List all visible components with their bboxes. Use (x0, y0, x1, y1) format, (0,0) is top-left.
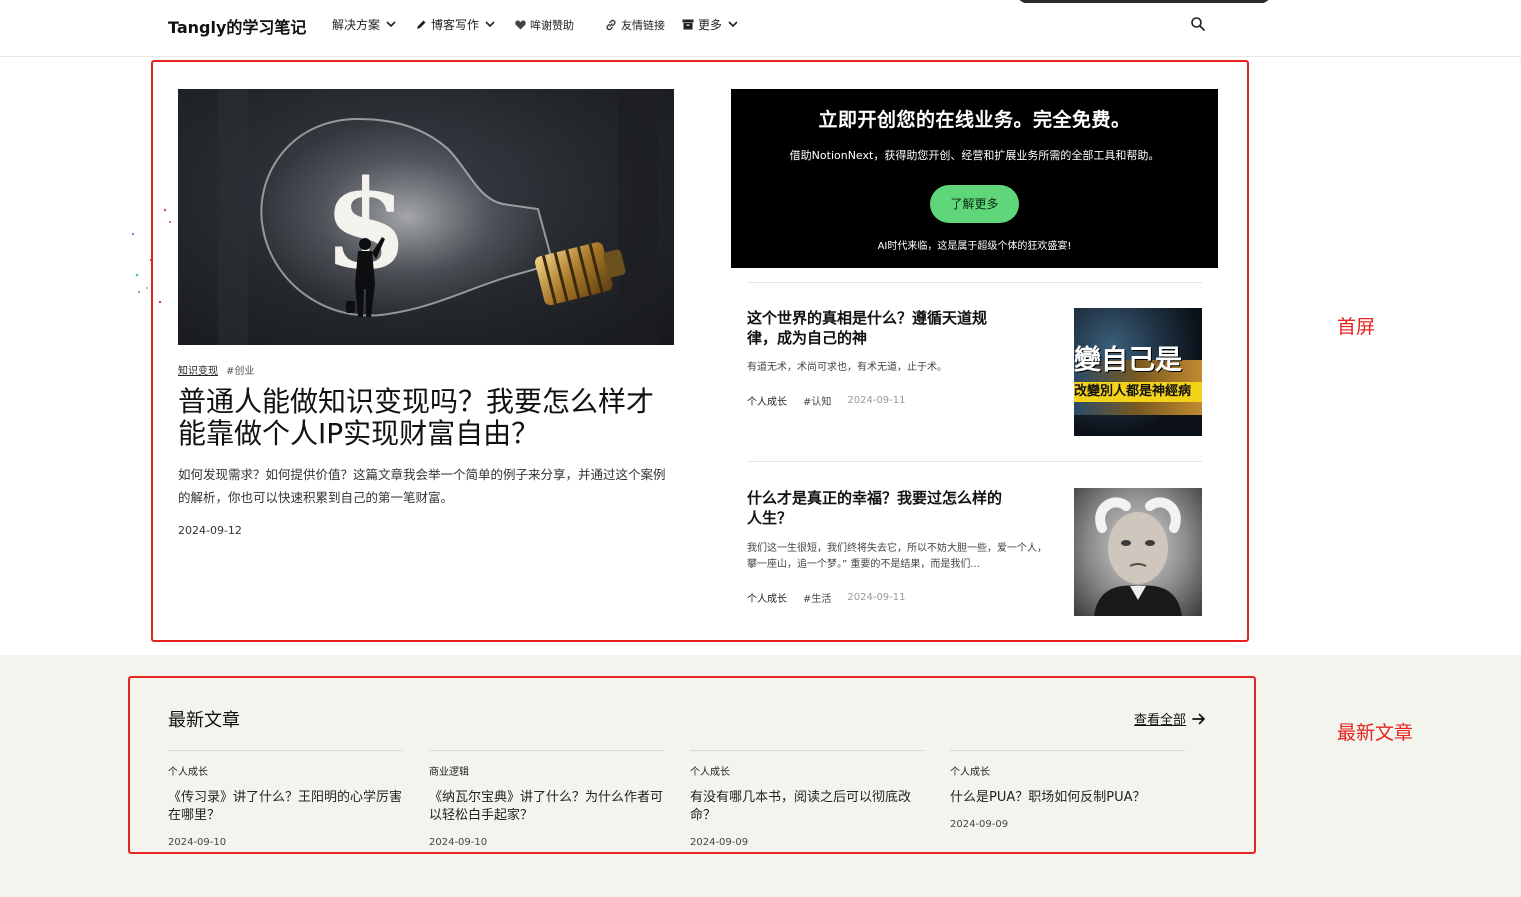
nav-item-more[interactable]: 更多 (681, 16, 740, 33)
thumb-text: 變自己是 (1074, 345, 1182, 376)
side-post-excerpt: 我们这一生很短，我们终将失去它，所以不妨大胆一些，爱一个人，攀一座山，追一个梦。… (747, 543, 1047, 570)
post-date: 2024-09-11 (847, 395, 906, 406)
post-category[interactable]: 商业逻辑 (429, 763, 469, 778)
side-post-excerpt: 有道无术，术尚可求也，有术无道，止于术。 (747, 362, 947, 373)
nav-item-friend-links[interactable]: 友情链接 (604, 17, 665, 33)
tag-link[interactable]: #创业 (226, 362, 254, 377)
site-header: Tangly的学习笔记 解决方案 博客写作 哞谢赞助 友情链接 更多 (0, 0, 1521, 57)
nav-item-blog-writing[interactable]: 博客写作 (414, 16, 497, 33)
promo-subtitle: 借助NotionNext，获得助您开创、经营和扩展业务所需的全部工具和帮助。 (789, 149, 1160, 162)
category-link[interactable]: 个人成长 (747, 590, 787, 605)
hero-title[interactable]: 普通人能做知识变现吗？我要怎么样才能靠做个人IP实现财富自由？ (178, 386, 678, 450)
side-post-thumbnail[interactable]: 變自己是 改變別人都是神經病 (1074, 308, 1202, 436)
site-logo[interactable]: Tangly的学习笔记 (168, 14, 306, 38)
post-title[interactable]: 有没有哪几本书，阅读之后可以彻底改命？ (690, 789, 925, 825)
post-date: 2024-09-10 (429, 837, 488, 848)
floating-toolbar-edge (1018, 0, 1270, 3)
chevron-down-icon (483, 18, 497, 32)
side-post-meta: 个人成长 #生活 2024-09-11 (747, 590, 906, 605)
side-post-title[interactable]: 这个世界的真相是什么？遵循天道规律，成为自己的神 (747, 308, 1015, 348)
section-title: 最新文章 (168, 710, 240, 731)
thumb-caption: 改變別人都是神經病 (1074, 382, 1202, 402)
first-screen-label: 首屏 (1337, 316, 1376, 338)
search-icon[interactable] (1190, 16, 1208, 34)
side-post-thumbnail[interactable] (1074, 488, 1202, 616)
link-icon (604, 18, 618, 32)
post-title[interactable]: 什么是PUA？职场如何反制PUA？ (950, 789, 1185, 807)
tag-link[interactable]: #生活 (803, 590, 831, 605)
view-all-label: 查看全部 (1134, 713, 1187, 728)
post-title[interactable]: 《传习录》讲了什么？王阳明的心学厉害在哪里？ (168, 789, 403, 825)
nav-item-solutions[interactable]: 解决方案 (332, 16, 398, 33)
latest-post-card[interactable]: 个人成长 什么是PUA？职场如何反制PUA？ 2024-09-09 (950, 750, 1185, 830)
learn-more-button[interactable]: 了解更多 (930, 185, 1019, 223)
post-category[interactable]: 个人成长 (168, 763, 208, 778)
hero-date: 2024-09-12 (178, 524, 242, 537)
promo-title: 立即开创您的在线业务。完全免费。 (818, 109, 1131, 131)
side-post-title[interactable]: 什么才是真正的幸福？我要过怎么样的人生？ (747, 488, 1015, 528)
side-post-meta: 个人成长 #认知 2024-09-11 (747, 393, 906, 408)
view-all-link[interactable]: 查看全部 (1134, 709, 1206, 728)
nav-item-label: 博客写作 (431, 18, 480, 32)
promo-footer: AI时代来临，这是属于超级个体的狂欢盛宴! (877, 241, 1072, 252)
latest-post-card[interactable]: 个人成长 有没有哪几本书，阅读之后可以彻底改命？ 2024-09-09 (690, 750, 925, 848)
pen-icon (414, 18, 428, 32)
lightbulb-dollar-illustration: $ (218, 89, 658, 345)
nav-item-sponsor[interactable]: 哞谢赞助 (513, 17, 574, 33)
chevron-down-icon (384, 18, 398, 32)
hero-tags: 知识变现 #创业 (178, 362, 254, 377)
post-title[interactable]: 《纳瓦尔宝典》讲了什么？为什么作者可以轻松白手起家？ (429, 789, 664, 825)
main-nav: 解决方案 博客写作 哞谢赞助 友情链接 更多 (332, 16, 756, 33)
divider (747, 461, 1202, 462)
latest-post-card[interactable]: 个人成长 《传习录》讲了什么？王阳明的心学厉害在哪里？ 2024-09-10 (168, 750, 403, 848)
portrait-illustration (1094, 497, 1182, 616)
hero-excerpt: 如何发现需求？如何提供价值？这篇文章我会举一个简单的例子来分享，并通过这个案例的… (178, 467, 666, 505)
divider (747, 282, 1202, 283)
heart-icon (513, 18, 527, 32)
category-link[interactable]: 个人成长 (747, 393, 787, 408)
archive-icon (681, 18, 695, 32)
nav-item-label: 哞谢赞助 (530, 18, 575, 32)
nav-item-label: 更多 (698, 18, 723, 32)
post-category[interactable]: 个人成长 (690, 763, 730, 778)
post-date: 2024-09-09 (690, 837, 749, 848)
post-date: 2024-09-11 (847, 592, 906, 603)
category-link[interactable]: 知识变现 (178, 362, 218, 377)
latest-section (0, 655, 1521, 897)
nav-item-label: 友情链接 (621, 18, 666, 32)
latest-label: 最新文章 (1337, 722, 1414, 744)
post-category[interactable]: 个人成长 (950, 763, 990, 778)
hero-image[interactable]: $ (178, 89, 674, 345)
nav-item-label: 解决方案 (332, 18, 381, 32)
post-date: 2024-09-10 (168, 837, 227, 848)
arrow-right-icon (1192, 713, 1206, 725)
tag-link[interactable]: #认知 (803, 393, 831, 408)
latest-post-card[interactable]: 商业逻辑 《纳瓦尔宝典》讲了什么？为什么作者可以轻松白手起家？ 2024-09-… (429, 750, 664, 848)
chevron-down-icon (726, 18, 740, 32)
post-date: 2024-09-09 (950, 819, 1009, 830)
promo-banner: 立即开创您的在线业务。完全免费。 借助NotionNext，获得助您开创、经营和… (731, 89, 1218, 268)
